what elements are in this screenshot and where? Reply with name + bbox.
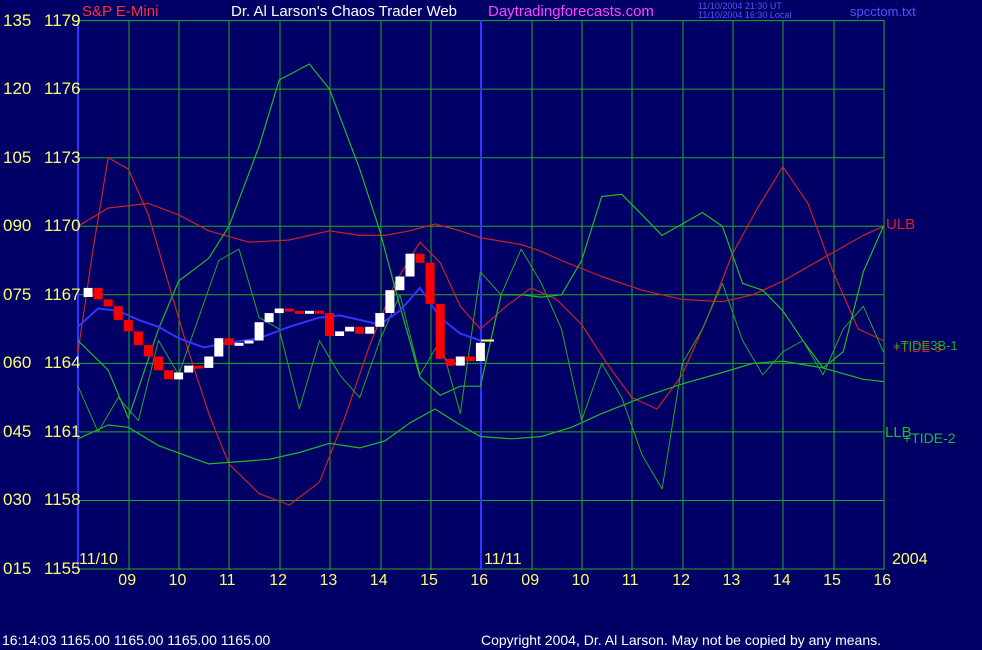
price-bar xyxy=(113,306,123,320)
tide2-label: +TIDE-2 xyxy=(903,430,956,446)
x-tick-label: 10 xyxy=(168,572,187,589)
price-bar xyxy=(304,310,314,314)
y-tick-label: 060 xyxy=(3,353,32,373)
price-bar xyxy=(314,310,324,314)
price-bar xyxy=(284,308,294,312)
y-tick-label: 030 xyxy=(3,490,32,510)
price-bar xyxy=(194,365,204,369)
price-bar xyxy=(83,287,93,297)
price-bar xyxy=(264,313,274,323)
date-label-1: 11/10 xyxy=(79,551,118,568)
y-tick-label: 045 xyxy=(3,421,32,441)
y-tick-label: 075 xyxy=(3,284,32,304)
y-tick-label: 015 xyxy=(3,559,32,578)
x-tick-label: 15 xyxy=(823,572,841,589)
price-readout: 16:14:03 1165.00 1165.00 1165.00 1165.00 xyxy=(2,632,271,648)
price-bar xyxy=(123,319,133,332)
y-tick-label: 090 xyxy=(3,216,32,236)
price-bar xyxy=(355,326,365,334)
date-label-2: 11/11 xyxy=(484,551,522,568)
price-bar xyxy=(415,253,425,263)
price-bar xyxy=(405,253,415,277)
price-bar xyxy=(475,342,485,362)
price-tick-label: 1179 xyxy=(44,10,81,30)
price-bar xyxy=(375,313,385,327)
price-tick-label: 1155 xyxy=(44,559,81,578)
price-bar xyxy=(103,299,113,307)
x-tick-label: 14 xyxy=(772,572,791,589)
x-tick-label: 12 xyxy=(672,572,690,589)
price-tick-label: 1176 xyxy=(44,79,81,99)
x-tick-label: 10 xyxy=(571,572,590,589)
price-bar xyxy=(445,358,455,366)
price-tick-label: 1170 xyxy=(44,216,81,236)
price-bar xyxy=(214,338,224,357)
timestamp-local: 11/10/2004 16:30 Local xyxy=(698,10,792,20)
price-bar xyxy=(184,365,194,373)
tide3b1-label: +TIDE3B-1 xyxy=(893,338,958,353)
price-tick-label: 1167 xyxy=(44,284,81,304)
price-bar xyxy=(385,290,395,313)
x-tick-label: 16 xyxy=(470,572,489,589)
instrument-title: S&P E-Mini xyxy=(82,3,159,20)
price-bar xyxy=(143,345,153,357)
price-bar xyxy=(345,326,355,332)
price-bar xyxy=(335,331,345,336)
year-label: 2004 xyxy=(892,551,928,568)
x-tick-label: 15 xyxy=(420,572,438,589)
y-tick-label: 135 xyxy=(3,10,32,30)
price-bar xyxy=(154,356,163,371)
price-bar xyxy=(455,356,465,366)
x-tick-label: 09 xyxy=(118,572,137,589)
price-bar xyxy=(133,331,143,346)
copyright-notice: Copyright 2004, Dr. Al Larson. May not b… xyxy=(481,632,882,648)
price-tick-label: 1173 xyxy=(44,147,81,167)
x-tick-label: 12 xyxy=(269,572,287,589)
y-tick-label: 105 xyxy=(3,147,32,167)
price-bar xyxy=(164,370,173,380)
price-bar xyxy=(294,310,304,314)
x-tick-label: 11 xyxy=(621,572,639,589)
x-tick-label: 14 xyxy=(369,572,388,589)
price-bar xyxy=(204,356,214,368)
y-tick-label: 120 xyxy=(3,79,32,99)
price-bar xyxy=(234,342,244,346)
price-bar xyxy=(325,313,334,336)
price-bar xyxy=(93,287,103,300)
price-bar xyxy=(174,372,184,380)
price-tick-label: 1161 xyxy=(44,421,81,441)
price-bar xyxy=(224,338,234,346)
price-bar xyxy=(254,322,264,341)
x-tick-label: 11 xyxy=(218,572,236,589)
ulb-label: ULB xyxy=(886,216,916,233)
file-name: spcctom.txt xyxy=(850,4,916,19)
price-bar xyxy=(435,303,445,359)
price-bar xyxy=(365,326,375,334)
x-tick-label: 09 xyxy=(521,572,540,589)
x-tick-label: 13 xyxy=(319,572,338,589)
price-bar xyxy=(395,276,405,291)
x-tick-label: 16 xyxy=(873,572,892,589)
price-tick-label: 1158 xyxy=(44,490,81,510)
price-bar xyxy=(244,340,254,344)
price-bar xyxy=(425,262,435,304)
price-tick-label: 1164 xyxy=(44,353,81,373)
site-title: Daytradingforecasts.com xyxy=(488,3,654,20)
price-bar xyxy=(274,308,284,314)
price-bar xyxy=(465,356,475,362)
chart-title: Dr. Al Larson's Chaos Trader Web xyxy=(231,3,458,20)
x-tick-label: 13 xyxy=(722,572,741,589)
